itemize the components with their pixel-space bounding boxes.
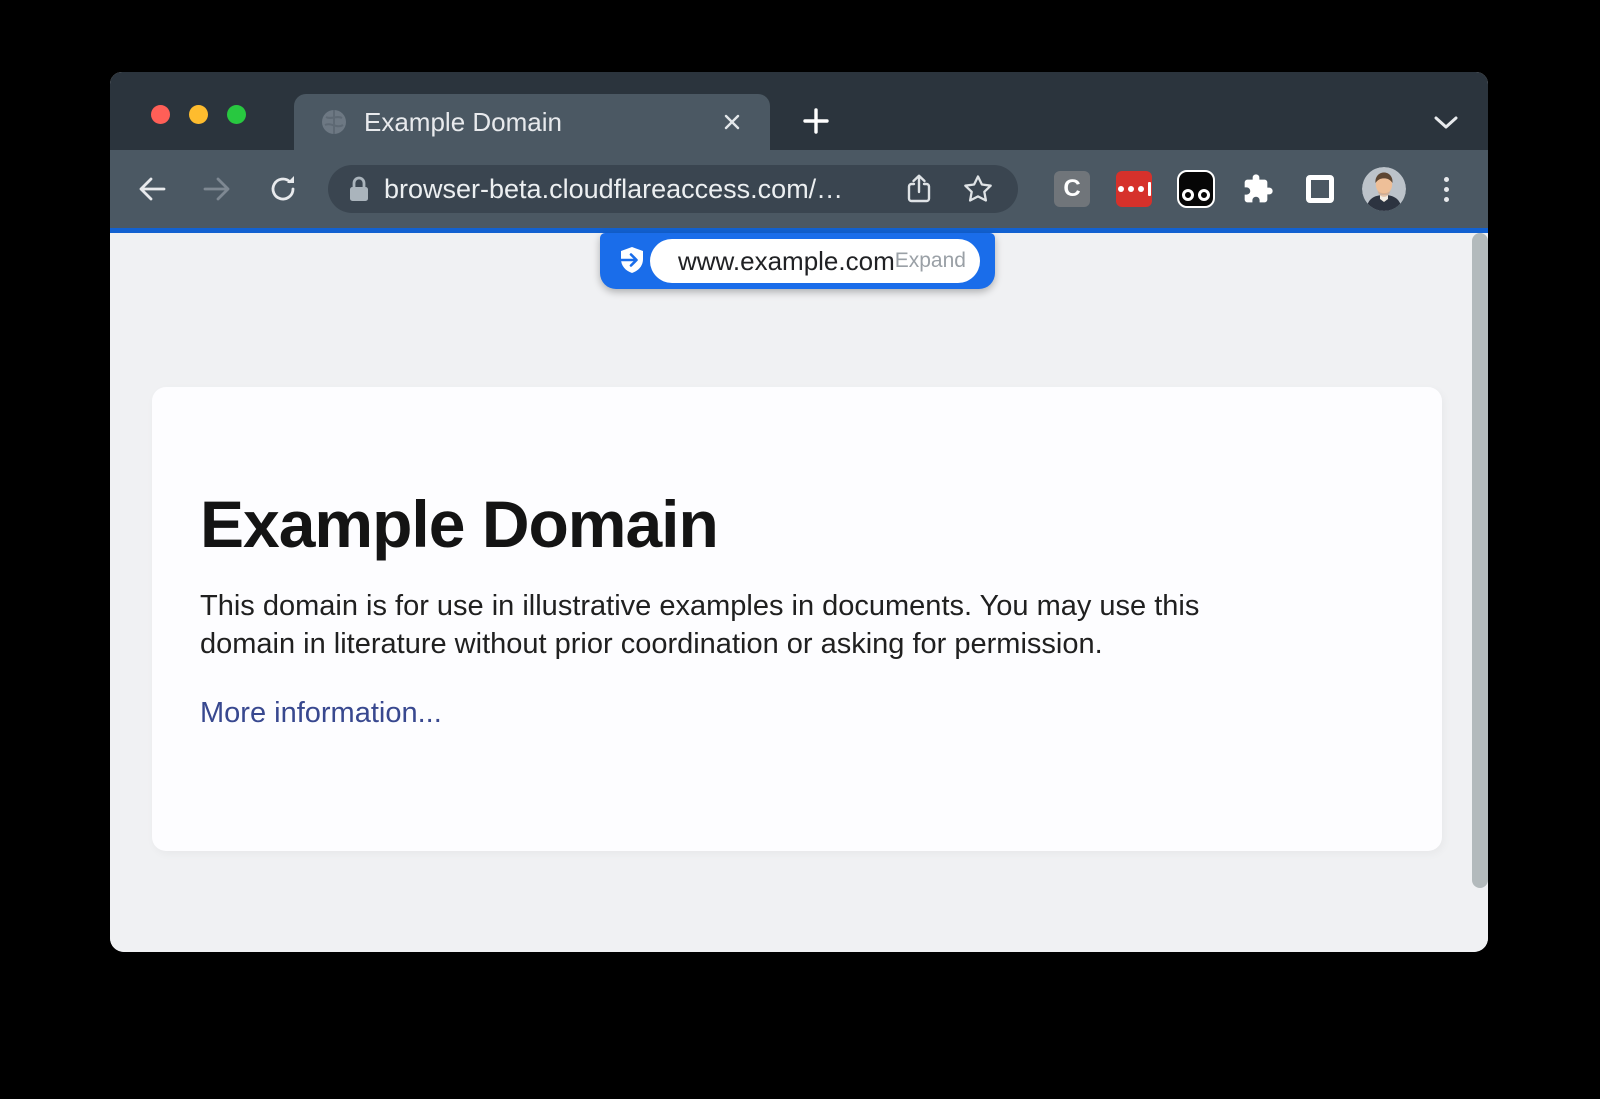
page-title: Example Domain — [200, 491, 1394, 557]
minimize-window-button[interactable] — [189, 105, 208, 124]
side-panel-button[interactable] — [1306, 175, 1334, 203]
isolation-banner: www.example.com Expand — [600, 233, 995, 289]
extension-lastpass-button[interactable] — [1116, 171, 1152, 207]
window-controls — [151, 105, 246, 124]
browser-window: Example Domain — [110, 72, 1488, 952]
page-paragraph: This domain is for use in illustrative e… — [200, 587, 1360, 663]
shield-arrow-icon — [616, 245, 648, 277]
avatar-photo-icon — [1362, 167, 1406, 211]
more-information-link[interactable]: More information... — [200, 697, 442, 730]
zoom-window-button[interactable] — [227, 105, 246, 124]
url-bar[interactable]: browser-beta.cloudflareaccess.com/… — [328, 165, 1018, 213]
url-text: browser-beta.cloudflareaccess.com/… — [384, 174, 904, 205]
tab-title: Example Domain — [364, 107, 562, 138]
extension-c-button[interactable]: C — [1054, 171, 1090, 207]
new-tab-button[interactable] — [800, 105, 832, 137]
expand-button[interactable]: Expand — [895, 249, 966, 273]
forward-arrow-icon — [201, 173, 233, 205]
vertical-scrollbar-thumb[interactable] — [1472, 233, 1488, 888]
extension-c-label: C — [1063, 175, 1080, 203]
reload-button[interactable] — [267, 173, 299, 205]
lastpass-dots-icon — [1118, 186, 1124, 192]
globe-favicon-icon — [320, 108, 348, 136]
close-window-button[interactable] — [151, 105, 170, 124]
chrome-menu-button[interactable] — [1434, 171, 1458, 207]
tab-search-button[interactable] — [1430, 110, 1462, 136]
forward-button[interactable] — [201, 173, 233, 205]
lock-icon[interactable] — [348, 175, 370, 203]
extension-dark-goggles-button[interactable] — [1177, 170, 1215, 208]
share-button[interactable] — [904, 173, 934, 205]
chevron-down-icon — [1432, 114, 1460, 132]
share-icon — [904, 173, 934, 205]
puzzle-piece-icon — [1242, 173, 1274, 205]
plus-icon — [801, 106, 831, 136]
isolated-hostname: www.example.com — [678, 246, 895, 277]
toolbar: browser-beta.cloudflareaccess.com/… C — [110, 150, 1488, 228]
back-button[interactable] — [136, 173, 168, 205]
profile-avatar[interactable] — [1362, 167, 1406, 211]
close-icon — [722, 112, 742, 132]
example-domain-card: Example Domain This domain is for use in… — [152, 387, 1442, 851]
tab-close-button[interactable] — [720, 110, 744, 134]
goggles-icon — [1182, 189, 1194, 201]
extensions-menu-button[interactable] — [1241, 172, 1275, 206]
active-tab[interactable]: Example Domain — [294, 94, 770, 150]
bookmark-star-button[interactable] — [962, 173, 994, 205]
page-content: www.example.com Expand Example Domain Th… — [110, 233, 1488, 952]
tab-strip: Example Domain — [110, 72, 1488, 150]
back-arrow-icon — [136, 173, 168, 205]
kebab-menu-icon — [1444, 177, 1449, 182]
reload-icon — [267, 173, 299, 205]
isolated-hostname-field[interactable]: www.example.com Expand — [650, 239, 980, 283]
star-icon — [962, 173, 994, 205]
